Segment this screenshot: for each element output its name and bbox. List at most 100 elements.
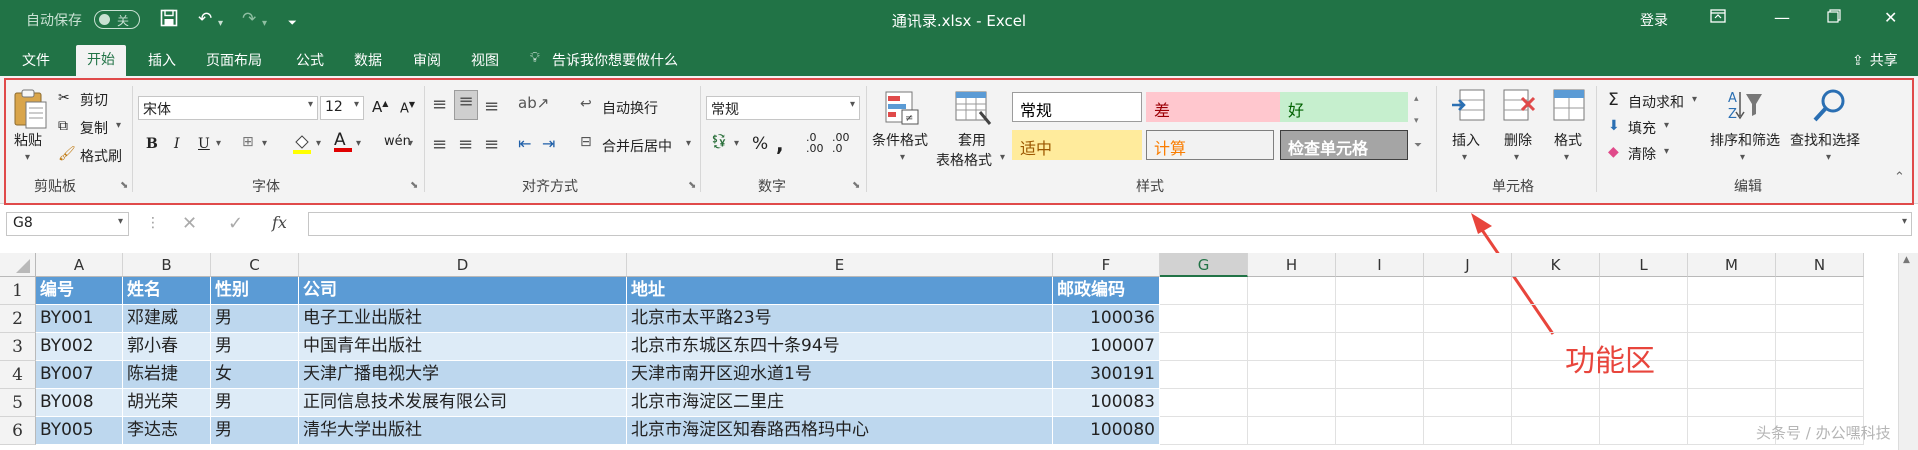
- table-cell[interactable]: BY001: [36, 305, 123, 333]
- empty-cell[interactable]: [1336, 389, 1424, 417]
- empty-cell[interactable]: [1424, 389, 1512, 417]
- row-header[interactable]: 4: [0, 361, 36, 389]
- empty-cell[interactable]: [1160, 333, 1248, 361]
- table-cell[interactable]: 郭小春: [123, 333, 211, 361]
- table-cell[interactable]: 正同信息技术发展有限公司: [299, 389, 627, 417]
- table-cell[interactable]: BY002: [36, 333, 123, 361]
- row-header[interactable]: 5: [0, 389, 36, 417]
- empty-cell[interactable]: [1336, 277, 1424, 305]
- table-cell[interactable]: 北京市海淀区二里庄: [627, 389, 1053, 417]
- empty-cell[interactable]: [1600, 389, 1688, 417]
- column-header[interactable]: B: [123, 253, 211, 277]
- empty-cell[interactable]: [1600, 417, 1688, 445]
- row-header[interactable]: 1: [0, 277, 36, 305]
- column-header[interactable]: N: [1776, 253, 1864, 277]
- table-cell[interactable]: 中国青年出版社: [299, 333, 627, 361]
- scroll-up-icon[interactable]: ▲: [1903, 255, 1910, 265]
- column-header[interactable]: L: [1600, 253, 1688, 277]
- column-header[interactable]: M: [1688, 253, 1776, 277]
- table-cell[interactable]: 男: [211, 389, 299, 417]
- row-header[interactable]: 2: [0, 305, 36, 333]
- table-cell[interactable]: 300191: [1053, 361, 1160, 389]
- empty-cell[interactable]: [1336, 361, 1424, 389]
- column-header[interactable]: H: [1248, 253, 1336, 277]
- empty-cell[interactable]: [1600, 305, 1688, 333]
- table-cell[interactable]: 女: [211, 361, 299, 389]
- empty-cell[interactable]: [1600, 277, 1688, 305]
- table-cell[interactable]: 胡光荣: [123, 389, 211, 417]
- empty-cell[interactable]: [1688, 361, 1776, 389]
- row-header[interactable]: 6: [0, 417, 36, 445]
- table-cell[interactable]: 北京市海淀区知春路西格玛中心: [627, 417, 1053, 445]
- table-cell[interactable]: 清华大学出版社: [299, 417, 627, 445]
- empty-cell[interactable]: [1248, 389, 1336, 417]
- table-cell[interactable]: 天津市南开区迎水道1号: [627, 361, 1053, 389]
- empty-cell[interactable]: [1336, 305, 1424, 333]
- empty-cell[interactable]: [1688, 389, 1776, 417]
- empty-cell[interactable]: [1336, 333, 1424, 361]
- empty-cell[interactable]: [1160, 305, 1248, 333]
- table-cell[interactable]: 李达志: [123, 417, 211, 445]
- column-header[interactable]: C: [211, 253, 299, 277]
- table-header-cell[interactable]: 地址: [627, 277, 1053, 305]
- table-cell[interactable]: 邓建威: [123, 305, 211, 333]
- column-header[interactable]: I: [1336, 253, 1424, 277]
- table-header-cell[interactable]: 编号: [36, 277, 123, 305]
- table-cell[interactable]: 北京市东城区东四十条94号: [627, 333, 1053, 361]
- empty-cell[interactable]: [1688, 333, 1776, 361]
- table-cell[interactable]: 100080: [1053, 417, 1160, 445]
- table-header-cell[interactable]: 公司: [299, 277, 627, 305]
- empty-cell[interactable]: [1776, 361, 1864, 389]
- table-cell[interactable]: 100036: [1053, 305, 1160, 333]
- empty-cell[interactable]: [1688, 305, 1776, 333]
- empty-cell[interactable]: [1424, 417, 1512, 445]
- empty-cell[interactable]: [1424, 305, 1512, 333]
- column-header[interactable]: A: [36, 253, 123, 277]
- column-header[interactable]: K: [1512, 253, 1600, 277]
- empty-cell[interactable]: [1512, 305, 1600, 333]
- table-cell[interactable]: BY008: [36, 389, 123, 417]
- empty-cell[interactable]: [1248, 333, 1336, 361]
- row-header[interactable]: 3: [0, 333, 36, 361]
- column-header[interactable]: E: [627, 253, 1053, 277]
- empty-cell[interactable]: [1776, 389, 1864, 417]
- empty-cell[interactable]: [1512, 417, 1600, 445]
- column-header[interactable]: F: [1053, 253, 1160, 277]
- table-cell[interactable]: 陈岩捷: [123, 361, 211, 389]
- column-header[interactable]: J: [1424, 253, 1512, 277]
- empty-cell[interactable]: [1776, 277, 1864, 305]
- vertical-scrollbar[interactable]: ▲: [1898, 253, 1918, 450]
- empty-cell[interactable]: [1424, 361, 1512, 389]
- empty-cell[interactable]: [1248, 305, 1336, 333]
- table-cell[interactable]: 100007: [1053, 333, 1160, 361]
- column-header[interactable]: D: [299, 253, 627, 277]
- table-cell[interactable]: 男: [211, 417, 299, 445]
- empty-cell[interactable]: [1424, 333, 1512, 361]
- empty-cell[interactable]: [1160, 389, 1248, 417]
- empty-cell[interactable]: [1160, 277, 1248, 305]
- empty-cell[interactable]: [1160, 417, 1248, 445]
- table-header-cell[interactable]: 性别: [211, 277, 299, 305]
- empty-cell[interactable]: [1336, 417, 1424, 445]
- empty-cell[interactable]: [1248, 417, 1336, 445]
- empty-cell[interactable]: [1688, 277, 1776, 305]
- table-header-cell[interactable]: 姓名: [123, 277, 211, 305]
- column-header[interactable]: G: [1160, 253, 1248, 277]
- table-cell[interactable]: 男: [211, 333, 299, 361]
- empty-cell[interactable]: [1512, 277, 1600, 305]
- empty-cell[interactable]: [1248, 361, 1336, 389]
- empty-cell[interactable]: [1248, 277, 1336, 305]
- table-cell[interactable]: 天津广播电视大学: [299, 361, 627, 389]
- table-cell[interactable]: 男: [211, 305, 299, 333]
- empty-cell[interactable]: [1160, 361, 1248, 389]
- table-cell[interactable]: 北京市太平路23号: [627, 305, 1053, 333]
- table-cell[interactable]: 电子工业出版社: [299, 305, 627, 333]
- empty-cell[interactable]: [1776, 305, 1864, 333]
- select-all-corner[interactable]: [0, 253, 36, 277]
- table-cell[interactable]: BY007: [36, 361, 123, 389]
- empty-cell[interactable]: [1776, 333, 1864, 361]
- table-cell[interactable]: 100083: [1053, 389, 1160, 417]
- table-cell[interactable]: BY005: [36, 417, 123, 445]
- empty-cell[interactable]: [1512, 389, 1600, 417]
- table-header-cell[interactable]: 邮政编码: [1053, 277, 1160, 305]
